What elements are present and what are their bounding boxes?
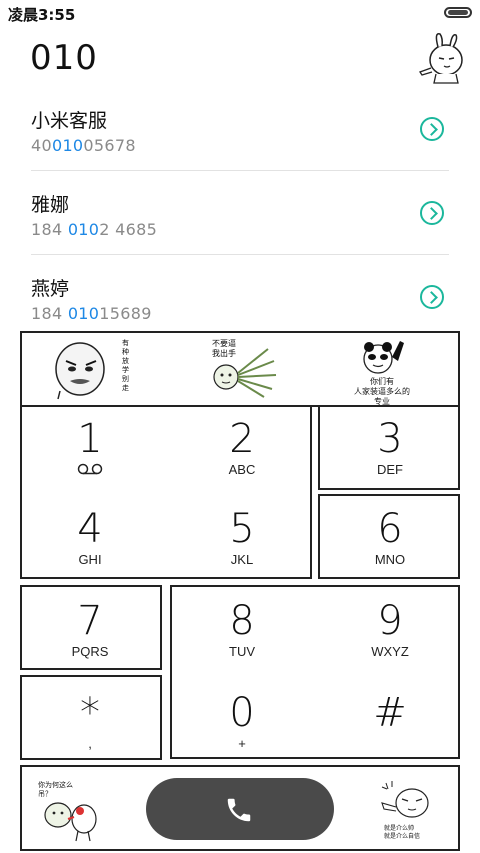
meme-bunny-icon xyxy=(44,802,97,842)
dial-input[interactable]: 010 xyxy=(30,38,98,78)
voicemail-icon xyxy=(77,463,103,475)
phone-icon xyxy=(227,798,251,822)
chevron-right-circle-icon[interactable] xyxy=(420,117,444,141)
contact-number: 4001005678 xyxy=(31,136,136,155)
contact-row[interactable]: 小米客服 4001005678 xyxy=(0,106,480,190)
key-2[interactable]: 2 ABC xyxy=(212,418,272,478)
key-9[interactable]: 9 WXYZ xyxy=(358,600,422,660)
divider xyxy=(31,254,449,255)
chevron-right-circle-icon[interactable] xyxy=(420,285,444,309)
key-star[interactable]: *, xyxy=(60,692,120,752)
contact-name: 燕婷 xyxy=(31,278,70,300)
key-4[interactable]: 4 GHI xyxy=(60,508,120,568)
meme-panda-icon xyxy=(363,341,404,374)
key-8[interactable]: 8 TUV xyxy=(212,600,272,660)
contact-name: 雅娜 xyxy=(31,194,70,216)
status-time: 凌晨3:55 xyxy=(8,6,76,24)
key-6[interactable]: 6 MNO xyxy=(360,508,420,568)
sticker-strip-bottom: 你为何这么 吊？ 就是介么帅 就是介么自信 xyxy=(20,765,460,851)
meme-bullets-icon xyxy=(213,348,277,398)
sticker-caption: 就是介么帅 就是介么自信 xyxy=(384,825,421,840)
key-1[interactable]: 1 xyxy=(60,418,120,479)
key-3[interactable]: 3 DEF xyxy=(360,418,420,478)
meme-face-icon xyxy=(55,342,105,400)
contact-number: 184 0102 4685 xyxy=(31,220,158,239)
key-hash[interactable]: # xyxy=(360,692,420,736)
avatar[interactable] xyxy=(416,30,472,84)
battery-icon xyxy=(444,7,472,18)
key-0[interactable]: 0 + xyxy=(212,692,272,752)
contact-row[interactable]: 雅娜 184 0102 4685 xyxy=(0,190,480,274)
sticker-caption: 有 种 放 学 别 走 xyxy=(122,339,129,392)
meme-pointing-icon xyxy=(381,781,429,818)
contact-name: 小米客服 xyxy=(31,110,108,132)
divider xyxy=(31,170,449,171)
key-5[interactable]: 5 JKL xyxy=(212,508,272,568)
key-7[interactable]: 7 PQRS xyxy=(58,600,122,660)
contact-number: 184 01015689 xyxy=(31,304,152,323)
call-button[interactable] xyxy=(146,778,334,840)
chevron-right-circle-icon[interactable] xyxy=(420,201,444,225)
sticker-strip-top: 有 种 放 学 别 走 不要逼 我出手 你们有 人家装逼多么的 专业 xyxy=(20,331,460,407)
sticker-caption: 你们有 人家装逼多么的 专业 xyxy=(354,377,410,406)
